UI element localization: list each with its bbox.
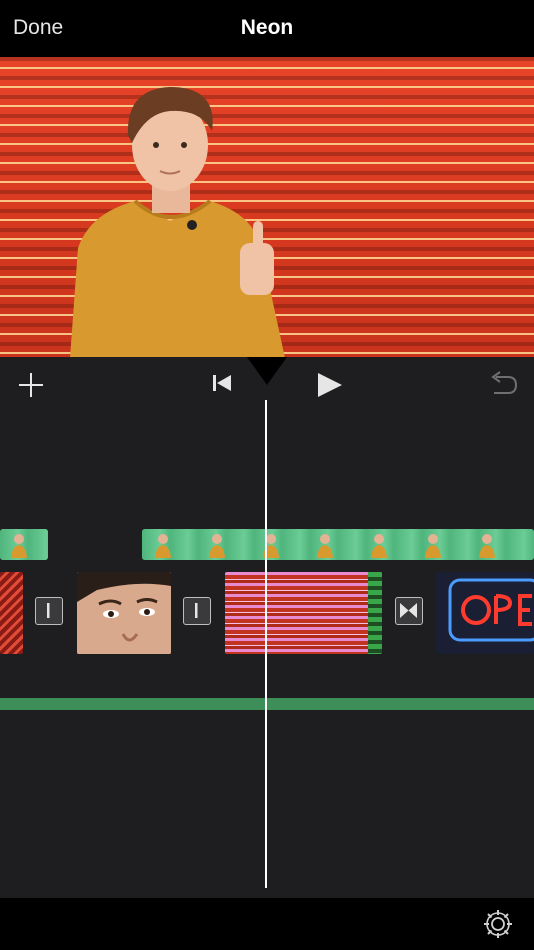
skip-to-start-icon[interactable] <box>212 374 232 392</box>
presenter-figure <box>70 87 285 357</box>
audio-track[interactable] <box>0 698 534 710</box>
project-title: Neon <box>240 16 294 39</box>
cut-transition-button[interactable] <box>35 597 63 625</box>
green-lights <box>368 572 382 654</box>
cut-icon <box>47 603 50 618</box>
plus-icon[interactable] <box>18 372 44 398</box>
face-closeup-clip[interactable] <box>77 572 171 654</box>
neon-sign-thumbnail <box>436 572 534 654</box>
timeline[interactable] <box>0 407 534 898</box>
neon-lights-clip[interactable] <box>0 572 23 654</box>
green-screen-clip[interactable] <box>0 529 48 560</box>
playhead[interactable] <box>265 400 267 888</box>
open-sign-clip[interactable] <box>436 572 534 654</box>
gear-icon[interactable] <box>482 908 514 940</box>
undo-icon[interactable] <box>488 371 518 397</box>
cut-transition-button[interactable] <box>183 597 211 625</box>
cross-dissolve-transition-button[interactable] <box>395 597 423 625</box>
green-screen-clip[interactable] <box>142 529 534 560</box>
face-thumbnail <box>77 572 171 654</box>
video-preview[interactable] <box>0 57 534 357</box>
nav-bar: Done Neon <box>0 0 534 57</box>
cross-dissolve-icon <box>400 603 417 618</box>
playhead-marker <box>247 357 287 385</box>
pink-neon-clip[interactable] <box>225 572 382 654</box>
play-icon[interactable] <box>316 372 344 398</box>
cut-icon <box>195 603 198 618</box>
bottom-bar <box>0 898 534 950</box>
